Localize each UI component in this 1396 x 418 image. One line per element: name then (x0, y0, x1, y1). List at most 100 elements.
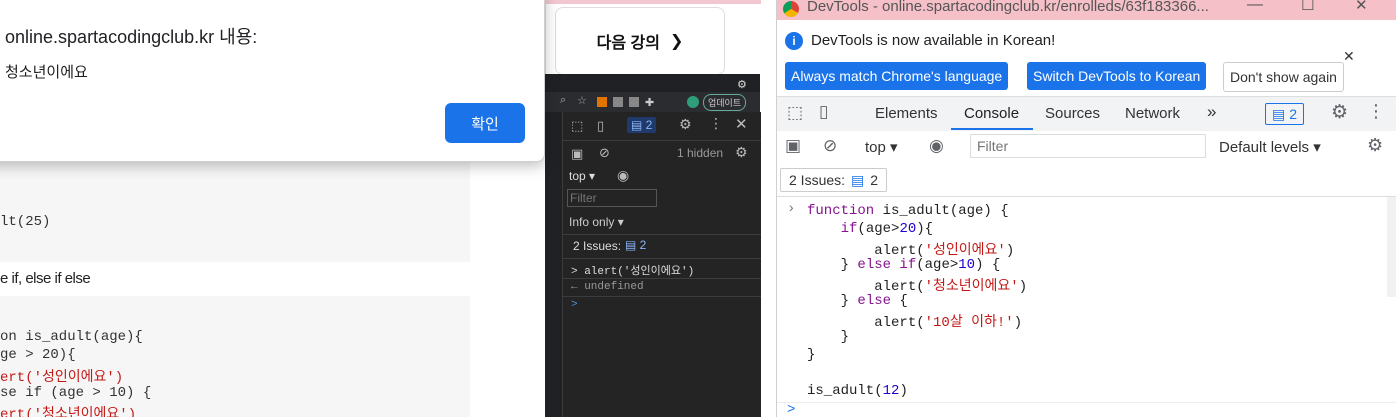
close-window-icon[interactable]: ✕ (1355, 0, 1368, 14)
issues-badge[interactable]: ▤ 2 (625, 238, 646, 252)
extension-icon[interactable] (629, 97, 639, 107)
tab-network[interactable]: Network (1125, 105, 1180, 122)
update-button[interactable]: 업데이트 (703, 94, 747, 111)
code-block-top: lt(25) (0, 160, 470, 262)
info-icon: i (785, 32, 803, 50)
console-line: ← undefined (571, 281, 644, 293)
mini-devtools: ⬚ ▯ ▤ 2 ⚙ ⋮ ✕ ▣ ⊘ 1 hidden ⚙ top ▾ ◉ Inf… (562, 112, 761, 417)
console-settings-icon[interactable]: ⚙ (1367, 135, 1383, 156)
extension-icon[interactable] (613, 97, 623, 107)
context-label: top (865, 139, 886, 156)
inspect-element-icon[interactable]: ⬚ (787, 103, 803, 123)
dont-show-again-button[interactable]: Don't show again (1223, 62, 1344, 92)
clear-console-icon[interactable]: ⊘ (599, 145, 610, 161)
code-line: function is_adult(age) { (807, 203, 1009, 219)
code-line: } (807, 347, 816, 363)
more-tabs-icon[interactable]: » (1207, 102, 1216, 122)
log-levels-selector[interactable]: Default levels ▾ (1219, 138, 1321, 156)
code-line: } else if(age>10) { (807, 257, 1001, 273)
code-line-1: on is_adult(age){ (0, 329, 143, 345)
avatar[interactable] (687, 96, 699, 108)
issues-label: 2 Issues: (789, 172, 846, 188)
star-icon[interactable]: ☆ (577, 94, 587, 107)
devtools-tab-bar: ⬚ ▯ Elements Console Sources Network » ▤… (777, 96, 1396, 132)
sidebar-toggle-icon[interactable]: ▣ (785, 136, 801, 156)
badge-count: 2 (645, 118, 653, 132)
console-prompt[interactable]: > (571, 299, 578, 311)
code-line: is_adult(12) (807, 383, 908, 399)
active-tab-indicator (951, 128, 1033, 130)
code-line: alert('성인이에요') (807, 243, 1015, 259)
close-infobar-icon[interactable]: ✕ (1343, 48, 1355, 65)
alert-dialog: online.spartacodingclub.kr 내용: 청소년이에요 확인 (0, 0, 545, 162)
eye-icon[interactable]: ◉ (929, 136, 944, 156)
alert-message: 청소년이에요 (5, 64, 88, 81)
scrollbar[interactable] (1387, 197, 1396, 297)
code-line-4: se if (age > 10) { (0, 385, 152, 401)
next-lecture-label: 다음 강의 (596, 35, 660, 52)
mini-toolbar: ⌕ ☆ ✚ 업데이트 (545, 92, 760, 112)
code-line-2: ge > 20){ (0, 347, 76, 363)
input-prompt-icon: › (787, 201, 796, 217)
console-settings-icon[interactable]: ⚙ (735, 144, 748, 161)
levels-label: Default levels (1219, 139, 1310, 156)
context-selector[interactable]: top ▾ (569, 169, 595, 183)
console-prompt[interactable]: > (787, 402, 795, 418)
issues-button[interactable]: 2 Issues: ▤ 2 (780, 168, 888, 192)
language-message: DevTools is now available in Korean! (811, 32, 1056, 49)
hidden-count: 1 hidden (677, 146, 724, 160)
chrome-icon (783, 1, 799, 17)
context-label: top (569, 169, 586, 183)
console-line: > alert('성인이에요') (571, 266, 695, 278)
code-line-5: ert('청소년이에요') (0, 407, 137, 417)
code-line: alert('청소년이에요') (807, 279, 1028, 295)
more-options-icon[interactable]: ⋮ (1367, 101, 1385, 122)
puzzle-icon[interactable]: ✚ (645, 96, 654, 109)
settings-icon[interactable]: ⚙ (679, 116, 692, 133)
title-bar: DevTools - online.spartacodingclub.kr/en… (777, 0, 1396, 20)
always-match-language-button[interactable]: Always match Chrome's language (785, 62, 1009, 90)
devtools-window: DevTools - online.spartacodingclub.kr/en… (776, 0, 1396, 418)
filter-input[interactable] (970, 134, 1206, 158)
eye-icon[interactable]: ◉ (617, 167, 629, 184)
search-icon[interactable]: ⌕ (560, 94, 566, 107)
switch-to-korean-button[interactable]: Switch DevTools to Korean (1027, 62, 1207, 90)
device-icon[interactable]: ▯ (597, 118, 604, 134)
tab-console[interactable]: Console (964, 105, 1019, 122)
maximize-icon[interactable]: ☐ (1301, 0, 1314, 14)
console-output: › function is_adult(age) { if(age>20){ a… (777, 197, 1396, 418)
filter-input[interactable] (567, 189, 657, 207)
clear-console-icon[interactable]: ⊘ (823, 136, 837, 156)
code-line: if(age>20){ (840, 221, 934, 237)
code-call: lt(25) (0, 214, 51, 230)
messages-badge[interactable]: ▤ 2 (627, 117, 657, 133)
close-icon[interactable]: ✕ (735, 115, 748, 133)
issues-bar: 2 Issues: ▤ 2 (777, 164, 1396, 197)
gear-icon[interactable]: ⚙ (737, 78, 747, 91)
section-heading: e if, else if else (0, 270, 91, 287)
issues-icon: ▤ (851, 171, 865, 188)
context-selector[interactable]: top ▾ (865, 138, 898, 156)
more-icon[interactable]: ⋮ (709, 115, 723, 132)
tab-sources[interactable]: Sources (1045, 105, 1100, 122)
issues-count: 2 (639, 238, 647, 252)
next-lecture-button[interactable]: 다음 강의 ❯ (555, 7, 725, 75)
issues-counter: 2 (1289, 106, 1298, 122)
tab-elements[interactable]: Elements (875, 105, 938, 122)
issues-counter-button[interactable]: ▤ 2 (1265, 103, 1305, 125)
inspect-icon[interactable]: ⬚ (571, 118, 583, 134)
device-toolbar-icon[interactable]: ▯ (819, 102, 828, 122)
settings-icon[interactable]: ⚙ (1331, 101, 1348, 124)
issues-label: 2 Issues: (573, 239, 622, 253)
level-label: Info only (569, 215, 615, 229)
alert-ok-button[interactable]: 확인 (445, 103, 525, 143)
code-line: } else { (807, 293, 908, 309)
extension-icon[interactable] (597, 97, 607, 107)
console-toolbar: ▣ ⊘ top ▾ ◉ Default levels ▾ ⚙ (777, 131, 1396, 165)
alert-title: online.spartacodingclub.kr 내용: (5, 27, 258, 47)
code-line: } (807, 329, 850, 345)
minimize-icon[interactable]: — (1247, 0, 1263, 14)
code-line: alert('10살 이하!') (807, 315, 1023, 331)
log-level-selector[interactable]: Info only ▾ (569, 215, 624, 229)
sidebar-toggle-icon[interactable]: ▣ (571, 146, 583, 162)
